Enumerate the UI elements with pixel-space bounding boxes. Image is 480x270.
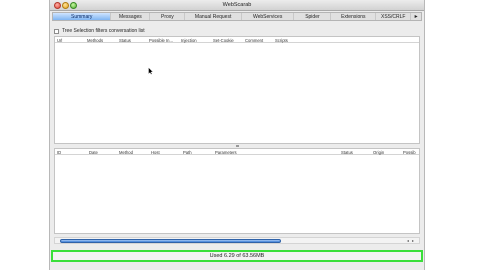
column-header[interactable]: ID xyxy=(57,150,61,155)
column-header[interactable]: Date xyxy=(89,150,98,155)
tree-filter-label: Tree Selection filters conversation list xyxy=(62,28,145,34)
column-header[interactable]: Possib xyxy=(403,150,416,155)
memory-usage-text: Used 6.29 of 63.56MB xyxy=(209,253,265,259)
column-header[interactable]: Origin xyxy=(373,150,384,155)
tab-messages[interactable]: Messages xyxy=(111,13,151,20)
column-header[interactable]: Host xyxy=(151,150,160,155)
column-header[interactable]: Possible In... xyxy=(149,38,173,43)
tree-filter-row: Tree Selection filters conversation list xyxy=(54,27,145,35)
column-header[interactable]: Methods xyxy=(87,38,103,43)
tab-summary[interactable]: Summary xyxy=(53,13,112,20)
column-header[interactable]: Scripts xyxy=(275,38,288,43)
tree-filter-checkbox[interactable] xyxy=(54,28,59,34)
memory-status-bar[interactable]: Used 6.29 of 63.56MB xyxy=(51,250,423,262)
scrollbar-thumb[interactable] xyxy=(60,239,281,243)
column-header[interactable]: Status xyxy=(119,38,131,43)
column-header[interactable]: Parameters xyxy=(215,150,237,155)
tab-spider[interactable]: Spider xyxy=(294,13,332,20)
tab-manual-request[interactable]: Manual Request xyxy=(185,13,242,20)
horizontal-scrollbar[interactable]: ◂ ▸ xyxy=(54,237,420,244)
tab-webservices[interactable]: WebServices xyxy=(242,13,295,20)
column-header[interactable]: Status xyxy=(341,150,353,155)
chevron-right-icon[interactable]: ▸ xyxy=(411,13,421,20)
mouse-pointer-icon xyxy=(148,67,154,75)
column-header[interactable]: Method xyxy=(119,150,133,155)
tab-bar: Summary Messages Proxy Manual Request WebSer… xyxy=(52,12,422,21)
column-header[interactable]: Injection xyxy=(181,38,197,43)
conversation-table[interactable]: ID Date Method Host Path Parameters Stat… xyxy=(54,148,420,234)
title-bar[interactable]: WebScarab xyxy=(50,0,424,11)
window-title: WebScarab xyxy=(222,2,252,8)
tab-xss-crlf[interactable]: XSS/CRLF xyxy=(376,13,412,20)
webscarab-window: WebScarab Summary Messages Proxy Manual Req… xyxy=(49,0,425,270)
conversation-header: ID Date Method Host Path Parameters Stat… xyxy=(55,149,419,155)
divider-grip-icon xyxy=(235,145,239,147)
column-header[interactable]: Comment xyxy=(245,38,263,43)
column-header[interactable]: Set-Cookie xyxy=(213,38,234,43)
url-tree-table[interactable]: Url Methods Status Possible In... Inject… xyxy=(54,36,420,144)
scroll-arrows-icon[interactable]: ◂ ▸ xyxy=(407,238,415,243)
tab-extensions[interactable]: Extensions xyxy=(331,13,377,20)
tab-proxy[interactable]: Proxy xyxy=(150,13,186,20)
column-header[interactable]: Path xyxy=(183,150,192,155)
column-header[interactable]: Url xyxy=(57,38,62,43)
url-tree-header: Url Methods Status Possible In... Inject… xyxy=(55,37,419,43)
